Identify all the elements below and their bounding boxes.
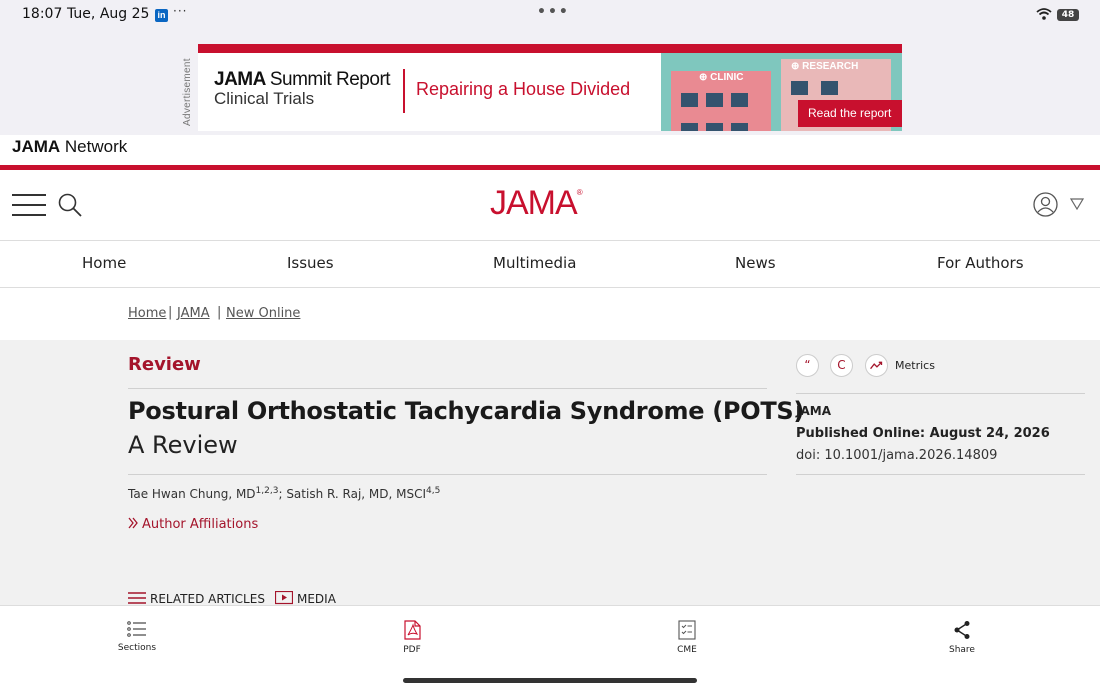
ad-illustration: ⊕ CLINIC ⊕ RESEARCH Read the report [661,53,902,131]
battery-icon: 48 [1057,9,1079,21]
permissions-icon[interactable]: C [830,354,853,377]
cme-label: CME [677,645,697,655]
cme-button[interactable]: CME [647,620,727,655]
metrics-label[interactable]: Metrics [895,359,935,372]
cme-checklist-icon [678,620,696,640]
author-list: Tae Hwan Chung, MD1,2,3; Satish R. Raj, … [128,486,441,501]
article-subtitle: A Review [128,431,238,459]
multitasking-dots-icon[interactable]: ••• [537,4,570,20]
divider [128,388,767,389]
ad-sign-clinic: ⊕ CLINIC [699,72,744,83]
breadcrumb-separator: | [168,305,173,320]
linkedin-app-icon: in [155,9,168,22]
nav-news[interactable]: News [735,254,776,272]
wifi-icon [1036,8,1052,20]
divider [796,474,1085,475]
author-name[interactable]: Satish R. Raj, MD, MSCI [286,487,426,501]
cite-icon[interactable]: “ [796,354,819,377]
article-type: Review [128,354,201,375]
author-name[interactable]: Tae Hwan Chung, MD [128,487,256,501]
breadcrumb-jama[interactable]: JAMA [177,306,210,321]
nav-home[interactable]: Home [82,254,126,272]
media-tab[interactable]: MEDIA [274,590,336,606]
chevron-right-icon [128,517,138,529]
status-time: 18:07 [22,6,63,22]
hamburger-menu-icon[interactable] [12,194,46,216]
ad-brand: JAMA Summit Report [214,69,391,90]
main-nav: Home Issues Multimedia News For Authors [0,241,1100,288]
status-bar: 18:07 Tue, Aug 25 in ··· ••• 48 [0,0,1100,30]
sections-button[interactable]: Sections [97,620,177,653]
share-button[interactable]: Share [922,620,1002,655]
ad-label: Advertisement [182,58,193,126]
ad-divider [403,69,405,113]
publication-date: Published Online: August 24, 2026 [796,426,1050,441]
ad-sign-research: ⊕ RESEARCH [791,61,859,72]
status-more-icon: ··· [173,4,188,18]
pdf-icon [404,620,421,640]
jama-network-logo[interactable]: JAMA Network [12,137,127,157]
breadcrumb-home[interactable]: Home [128,306,166,321]
dropdown-triangle-icon[interactable] [1070,198,1084,210]
status-date: Tue, Aug 25 [67,6,150,22]
ad-headline: Repairing a House Divided [416,79,631,99]
share-label: Share [949,645,975,655]
ad-subtitle: Clinical Trials [214,89,315,108]
breadcrumb: Home | JAMA | New Online [0,288,1100,340]
sections-list-icon [127,621,146,637]
breadcrumb-new-online[interactable]: New Online [226,306,300,321]
nav-issues[interactable]: Issues [287,254,334,272]
list-icon [128,592,146,604]
site-header: JAMA® [0,170,1100,241]
jama-logo[interactable]: JAMA® [490,184,583,223]
breadcrumb-separator: | [217,305,222,320]
related-articles-tab[interactable]: RELATED ARTICLES [128,591,265,606]
pdf-label: PDF [403,645,421,655]
author-affiliations-toggle[interactable]: Author Affiliations [128,517,258,532]
divider [796,393,1085,394]
doi[interactable]: doi: 10.1001/jama.2026.14809 [796,448,997,463]
author-affiliation-refs: 1,2,3 [255,486,279,496]
nav-multimedia[interactable]: Multimedia [493,254,576,272]
pdf-button[interactable]: PDF [372,620,452,655]
share-icon [954,621,970,639]
home-indicator[interactable] [403,678,697,683]
divider [128,474,767,475]
nav-for-authors[interactable]: For Authors [937,254,1024,272]
article-title: Postural Orthostatic Tachycardia Syndrom… [128,397,805,425]
user-account-icon[interactable] [1033,192,1058,217]
bottom-toolbar: Sections PDF CME Share [0,605,1100,688]
video-icon [274,590,294,605]
journal-name: JAMA [796,404,831,418]
sections-label: Sections [117,643,157,653]
ad-cta-button[interactable]: Read the report [798,100,902,127]
ad-banner[interactable]: JAMA Summit Report Clinical Trials Repair… [198,44,902,131]
author-affiliation-refs: 4,5 [426,486,441,496]
search-icon[interactable] [57,192,83,218]
metrics-icon[interactable] [865,354,888,377]
article-header: Review Postural Orthostatic Tachycardia … [0,340,1100,606]
